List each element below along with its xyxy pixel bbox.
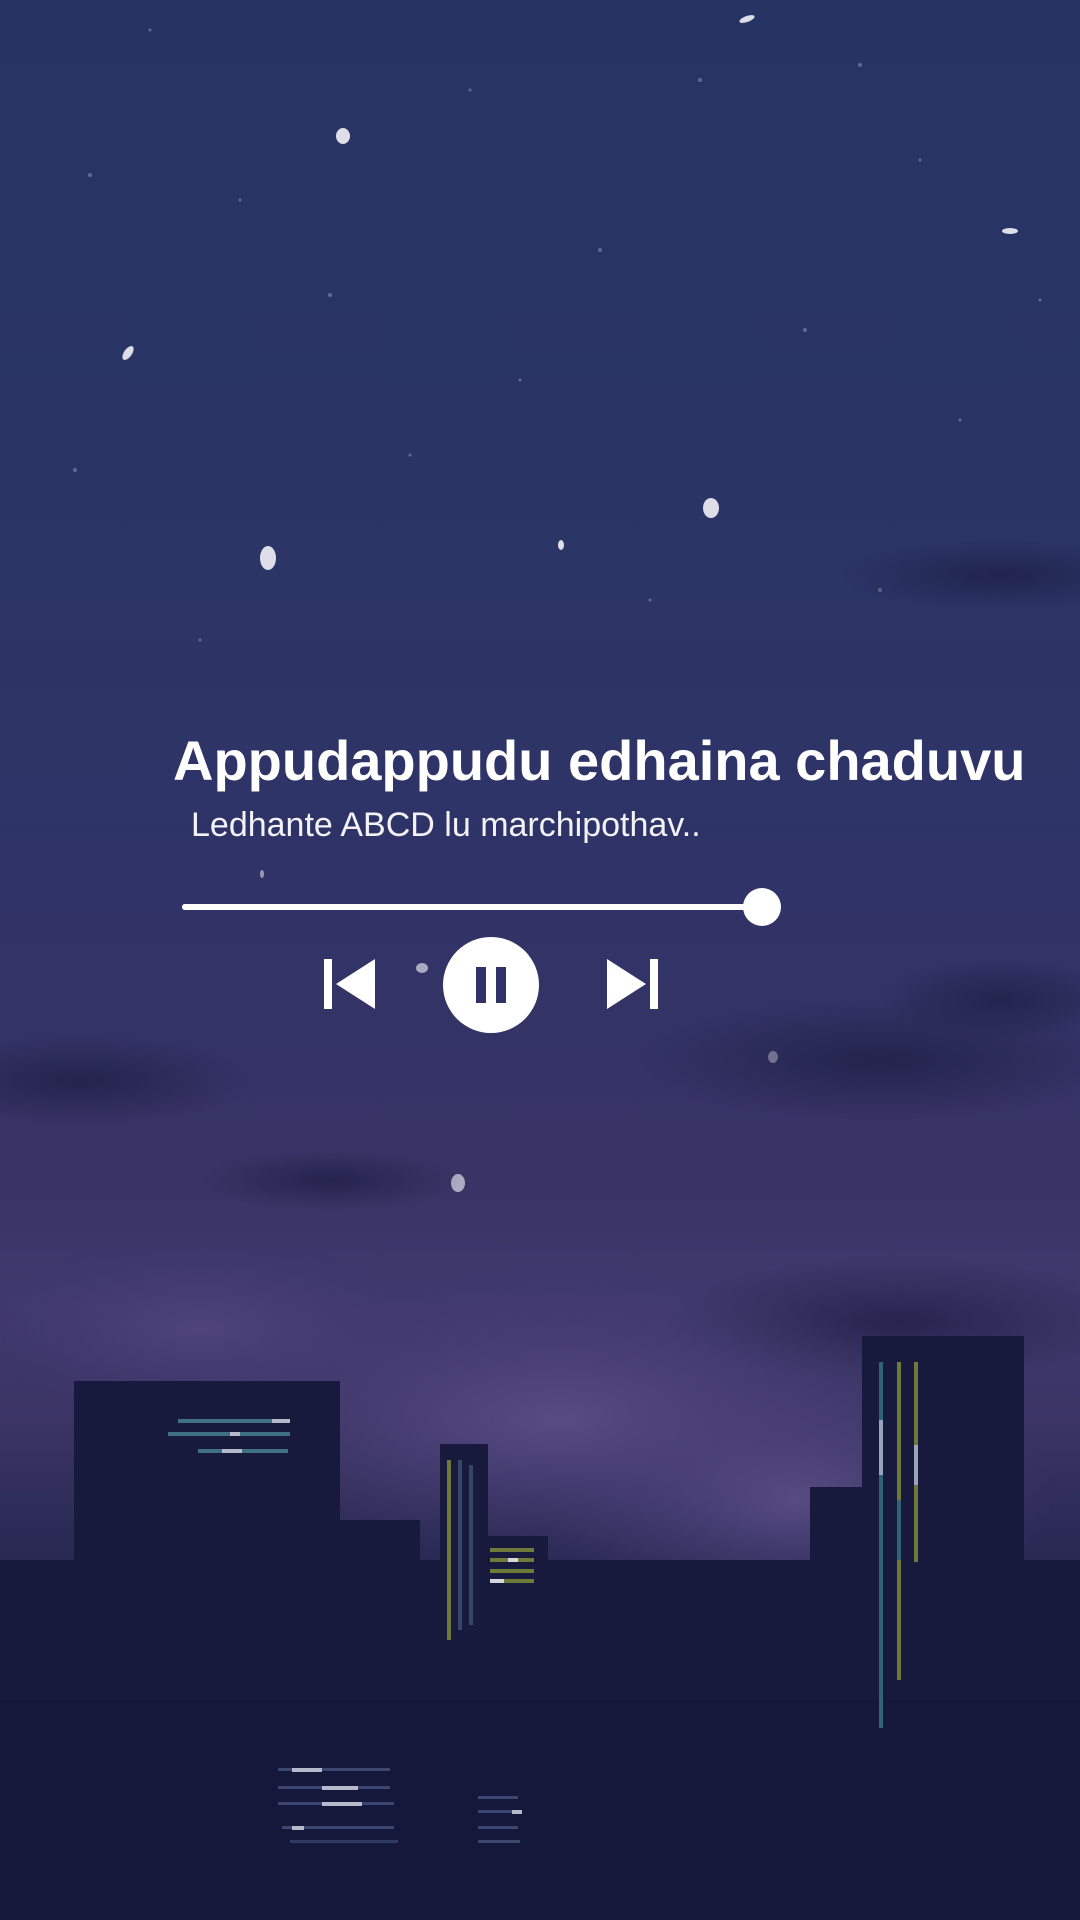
progress-thumb[interactable] [743, 888, 782, 926]
skip-next-icon [607, 959, 658, 1009]
next-button[interactable] [602, 956, 662, 1012]
music-player: Appudappudu edhaina chaduvu Ledhante ABC… [0, 0, 1080, 1920]
pause-icon [476, 967, 506, 1003]
song-subtitle: Ledhante ABCD lu marchipothav.. [191, 806, 701, 844]
pause-button[interactable] [443, 937, 539, 1033]
song-title: Appudappudu edhaina chaduvu [173, 729, 1026, 792]
previous-button[interactable] [318, 956, 378, 1012]
progress-bar[interactable] [182, 888, 782, 926]
progress-fill [182, 904, 763, 910]
skip-previous-icon [324, 959, 375, 1009]
